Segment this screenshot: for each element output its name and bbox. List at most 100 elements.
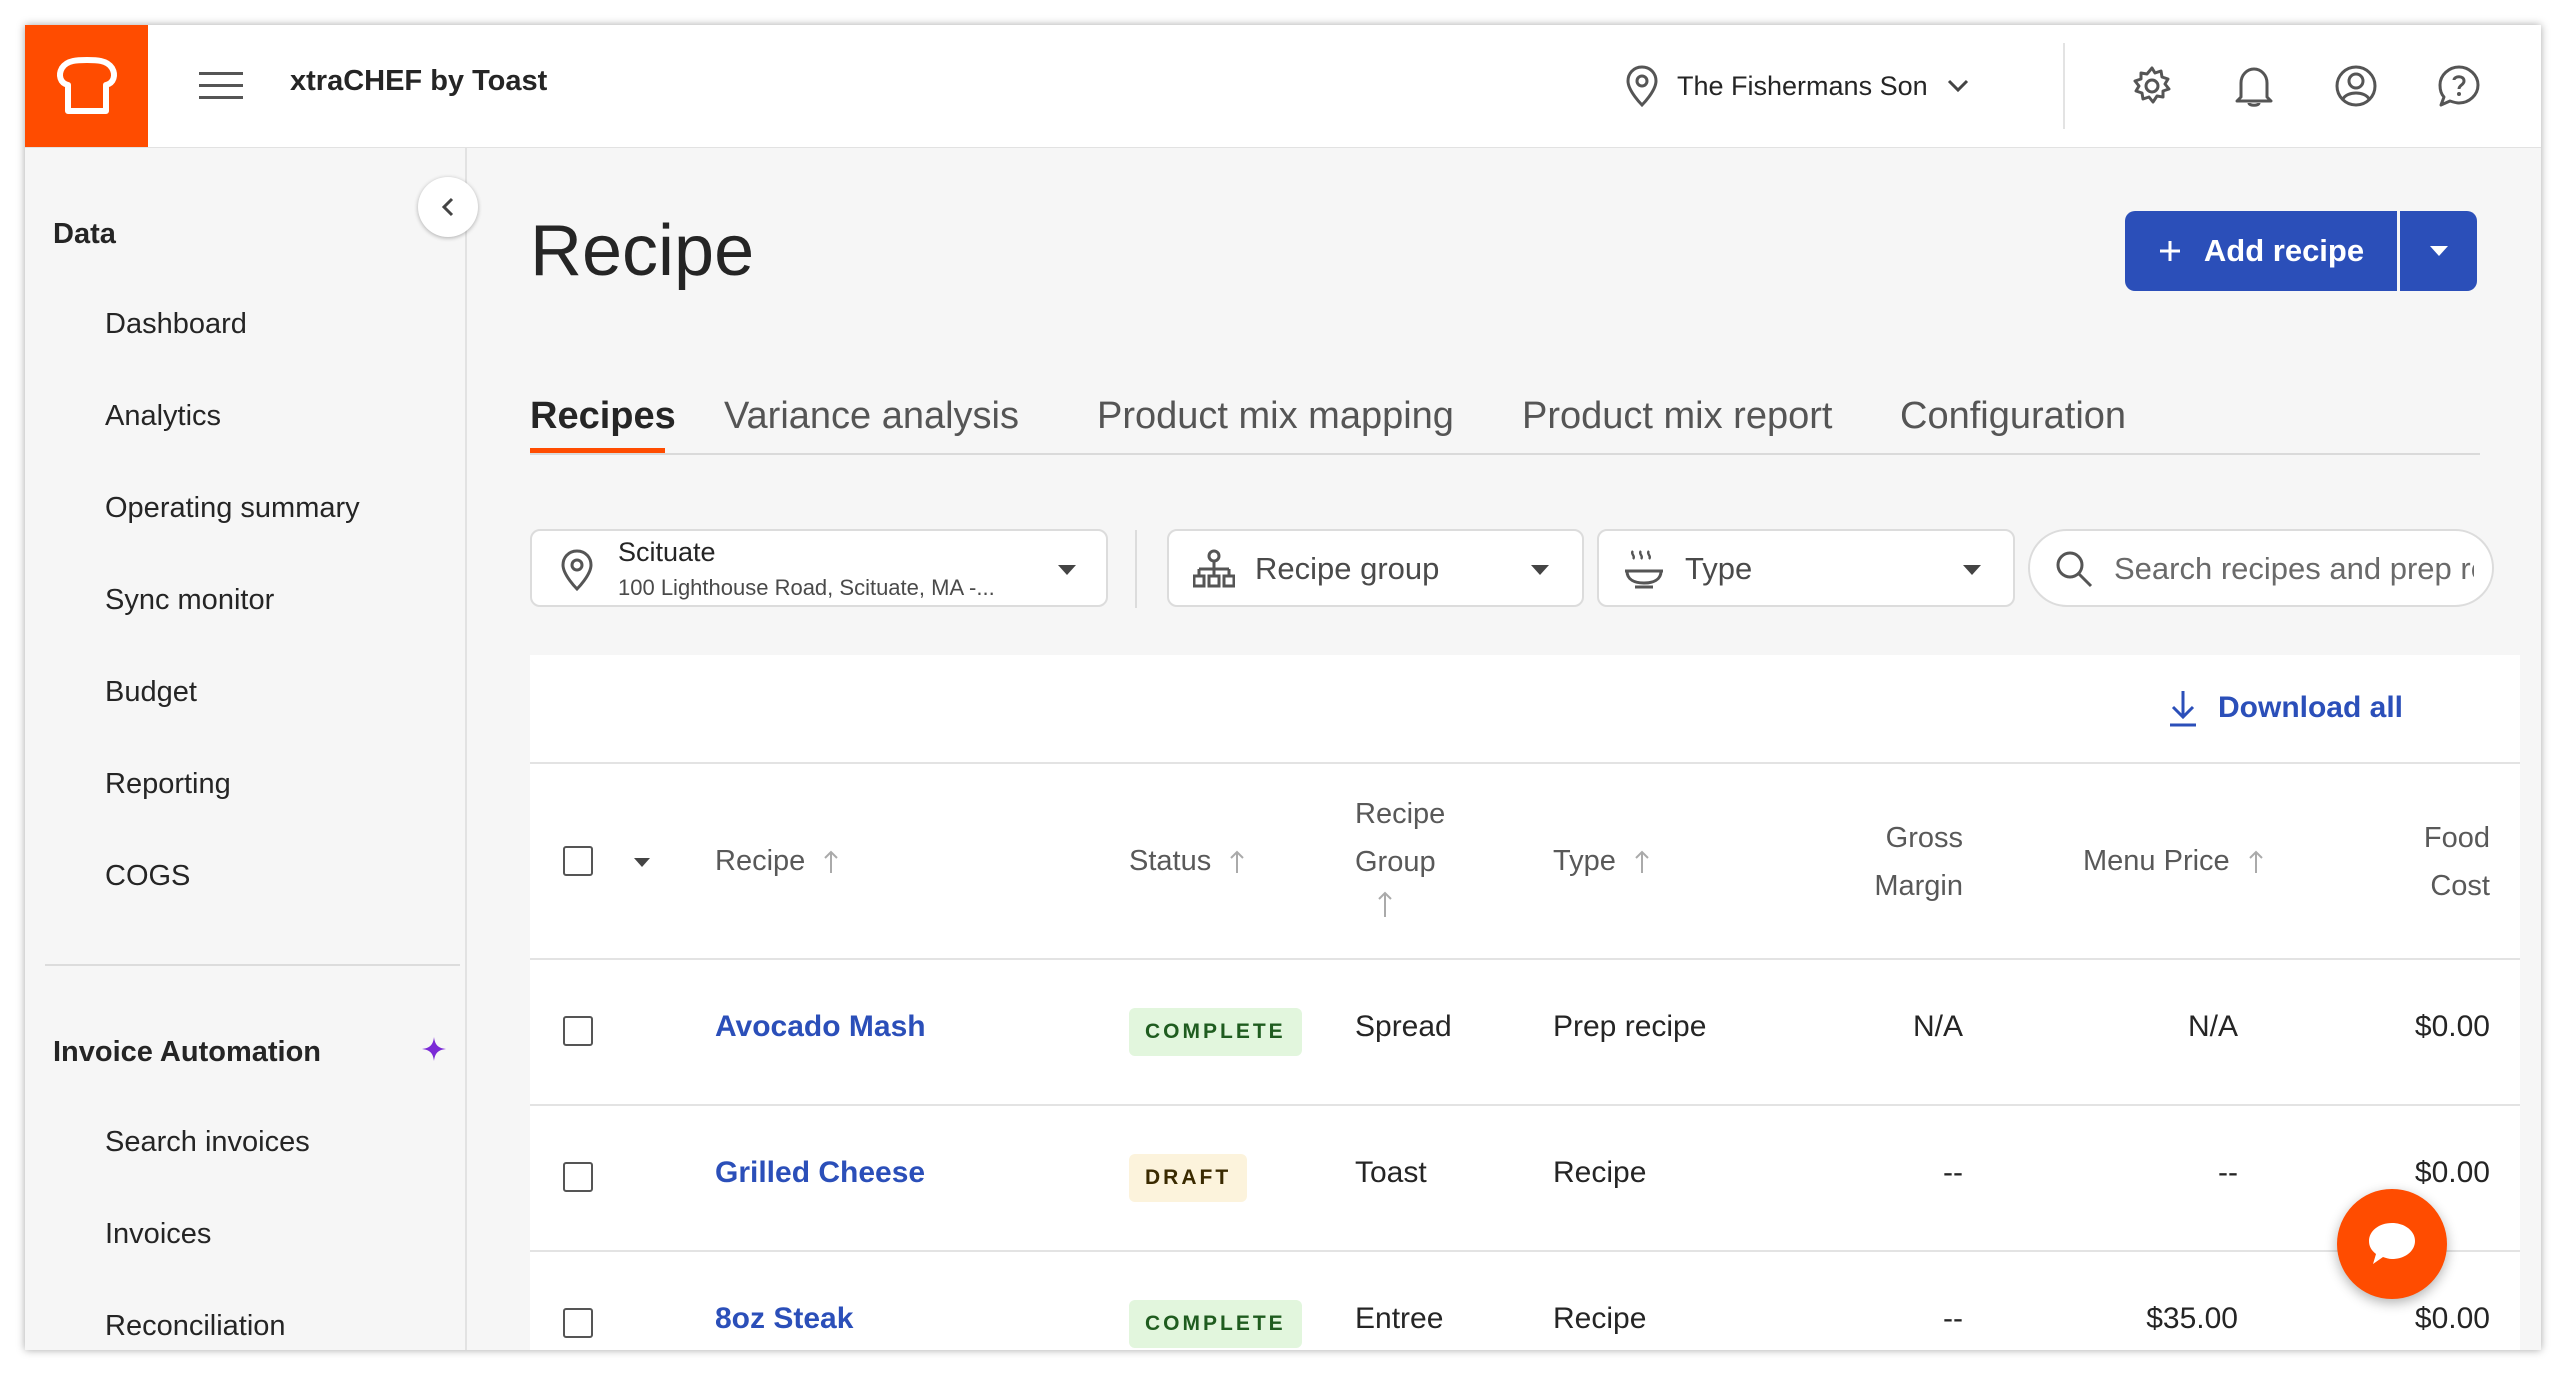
location-selector[interactable]: The Fishermans Son	[1625, 55, 1970, 117]
header-type[interactable]: Type	[1553, 837, 1650, 885]
header-status-label: Status	[1129, 845, 1212, 877]
download-all-label: Download all	[2218, 691, 2404, 724]
row-checkbox[interactable]	[563, 1016, 593, 1046]
sidebar-item-invoices[interactable]: Invoices	[105, 1218, 211, 1251]
sidebar-item-reconciliation[interactable]: Reconciliation	[105, 1310, 286, 1343]
header-recipe-group[interactable]: Recipe Group	[1355, 790, 1445, 934]
toast-logo[interactable]	[25, 25, 148, 147]
search-icon	[2056, 551, 2093, 588]
header-food-cost-line2: Cost	[2430, 870, 2490, 902]
header-status[interactable]: Status	[1129, 837, 1245, 885]
chevron-left-icon	[441, 197, 454, 217]
download-all-button[interactable]: Download all	[2168, 688, 2403, 728]
header-gross-margin-line2: Margin	[1874, 870, 1963, 902]
chat-bubble-icon	[2369, 1223, 2415, 1264]
table-row[interactable]: Grilled Cheese DRAFT Toast Recipe -- -- …	[530, 1106, 2520, 1252]
add-recipe-button[interactable]: Add recipe	[2125, 211, 2397, 291]
recipe-group-cell: Toast	[1355, 1156, 1427, 1189]
chat-button[interactable]	[2337, 1189, 2447, 1299]
caret-down-icon	[1531, 565, 1549, 575]
header-divider	[2063, 43, 2065, 129]
header-menu-price[interactable]: Menu Price	[2083, 837, 2264, 885]
location-filter[interactable]: Scituate 100 Lighthouse Road, Scituate, …	[530, 529, 1108, 607]
location-pin-icon	[1626, 65, 1658, 107]
collapse-sidebar-button[interactable]	[418, 177, 478, 237]
sidebar-item-dashboard[interactable]: Dashboard	[105, 308, 247, 341]
tab-product-mix-report[interactable]: Product mix report	[1522, 395, 1832, 438]
row-checkbox[interactable]	[563, 1308, 593, 1338]
gear-icon[interactable]	[2127, 61, 2177, 111]
sparkle-icon	[422, 1037, 446, 1061]
tab-configuration[interactable]: Configuration	[1900, 395, 2126, 438]
bell-icon[interactable]	[2229, 61, 2279, 111]
help-icon[interactable]	[2434, 61, 2484, 111]
food-cost-cell: $0.00	[2414, 1156, 2490, 1189]
food-cost-cell: $0.00	[2414, 1302, 2490, 1335]
sidebar-item-budget[interactable]: Budget	[105, 676, 197, 709]
recipe-group-cell: Spread	[1355, 1010, 1452, 1043]
sort-arrow-icon	[2249, 850, 2263, 874]
type-cell: Recipe	[1553, 1156, 1647, 1189]
table-row[interactable]: Avocado Mash COMPLETE Spread Prep recipe…	[530, 960, 2520, 1106]
app-window: xtraCHEF by Toast The Fishermans Son Dat…	[25, 25, 2541, 1350]
location-filter-title: Scituate	[618, 537, 716, 567]
row-checkbox[interactable]	[563, 1162, 593, 1192]
hierarchy-icon	[1193, 549, 1235, 588]
add-recipe-label: Add recipe	[2203, 233, 2365, 268]
status-badge: COMPLETE	[1129, 1300, 1302, 1348]
sidebar: Data Dashboard Analytics Operating summa…	[25, 148, 467, 1350]
menu-icon[interactable]	[197, 63, 245, 109]
type-filter[interactable]: Type	[1597, 529, 2015, 607]
tab-variance-analysis[interactable]: Variance analysis	[724, 395, 1019, 438]
caret-down-icon	[1963, 565, 1981, 575]
plus-icon	[2159, 241, 2180, 261]
header-gross-margin[interactable]: Gross Margin	[1830, 814, 1963, 910]
sidebar-item-sync-monitor[interactable]: Sync monitor	[105, 584, 274, 617]
sidebar-item-analytics[interactable]: Analytics	[105, 400, 221, 433]
select-all-checkbox[interactable]	[563, 846, 593, 876]
caret-down-icon	[1058, 565, 1076, 575]
search-input[interactable]: Search recipes and prep re	[2028, 529, 2494, 607]
filter-divider	[1135, 530, 1137, 608]
recipe-group-filter-label: Recipe group	[1255, 551, 1440, 586]
chevron-down-icon	[1947, 79, 1968, 93]
header-food-cost[interactable]: Food Cost	[2360, 814, 2490, 910]
location-name: The Fishermans Son	[1677, 70, 1928, 101]
recipe-name-link[interactable]: Avocado Mash	[715, 1010, 926, 1044]
recipe-name-link[interactable]: 8oz Steak	[715, 1302, 853, 1336]
tab-bar: Recipes Variance analysis Product mix ma…	[530, 395, 2480, 455]
app-title: xtraCHEF by Toast	[290, 65, 548, 97]
select-menu-caret-icon[interactable]	[633, 857, 651, 868]
sidebar-item-search-invoices[interactable]: Search invoices	[105, 1126, 310, 1159]
location-filter-address: 100 Lighthouse Road, Scituate, MA -...	[618, 575, 995, 600]
add-recipe-dropdown-button[interactable]	[2400, 211, 2477, 291]
header-recipe[interactable]: Recipe	[715, 837, 839, 885]
sidebar-item-operating-summary[interactable]: Operating summary	[105, 492, 360, 525]
toast-logo-icon	[56, 57, 117, 114]
sidebar-item-cogs[interactable]: COGS	[105, 860, 190, 893]
sidebar-divider	[45, 964, 460, 966]
user-account-icon[interactable]	[2331, 61, 2381, 111]
sidebar-section-data: Data	[53, 218, 116, 250]
tab-recipes[interactable]: Recipes	[530, 395, 676, 438]
recipe-group-cell: Entree	[1355, 1302, 1444, 1335]
menu-price-cell: --	[2218, 1156, 2238, 1189]
menu-price-cell: N/A	[2187, 1010, 2238, 1043]
sort-arrow-icon	[824, 850, 839, 874]
active-tab-indicator	[530, 448, 665, 453]
table-row[interactable]: 8oz Steak COMPLETE Entree Recipe -- $35.…	[530, 1252, 2520, 1350]
search-placeholder: Search recipes and prep re	[2114, 551, 2474, 586]
caret-down-icon	[2429, 246, 2448, 256]
recipe-group-filter[interactable]: Recipe group	[1167, 529, 1584, 607]
header-food-cost-line1: Food	[2423, 822, 2490, 854]
recipes-table-card: Download all Recipe Status Recipe Group …	[530, 655, 2520, 1350]
gross-margin-cell: N/A	[1912, 1010, 1963, 1043]
header-menu-price-label: Menu Price	[2083, 845, 2230, 877]
menu-price-cell: $35.00	[2146, 1302, 2238, 1335]
header-recipe-label: Recipe	[715, 845, 806, 877]
food-cost-cell: $0.00	[2414, 1010, 2490, 1043]
recipe-name-link[interactable]: Grilled Cheese	[715, 1156, 925, 1190]
location-pin-icon	[561, 549, 593, 591]
sidebar-item-reporting[interactable]: Reporting	[105, 768, 231, 801]
tab-product-mix-mapping[interactable]: Product mix mapping	[1097, 395, 1454, 438]
